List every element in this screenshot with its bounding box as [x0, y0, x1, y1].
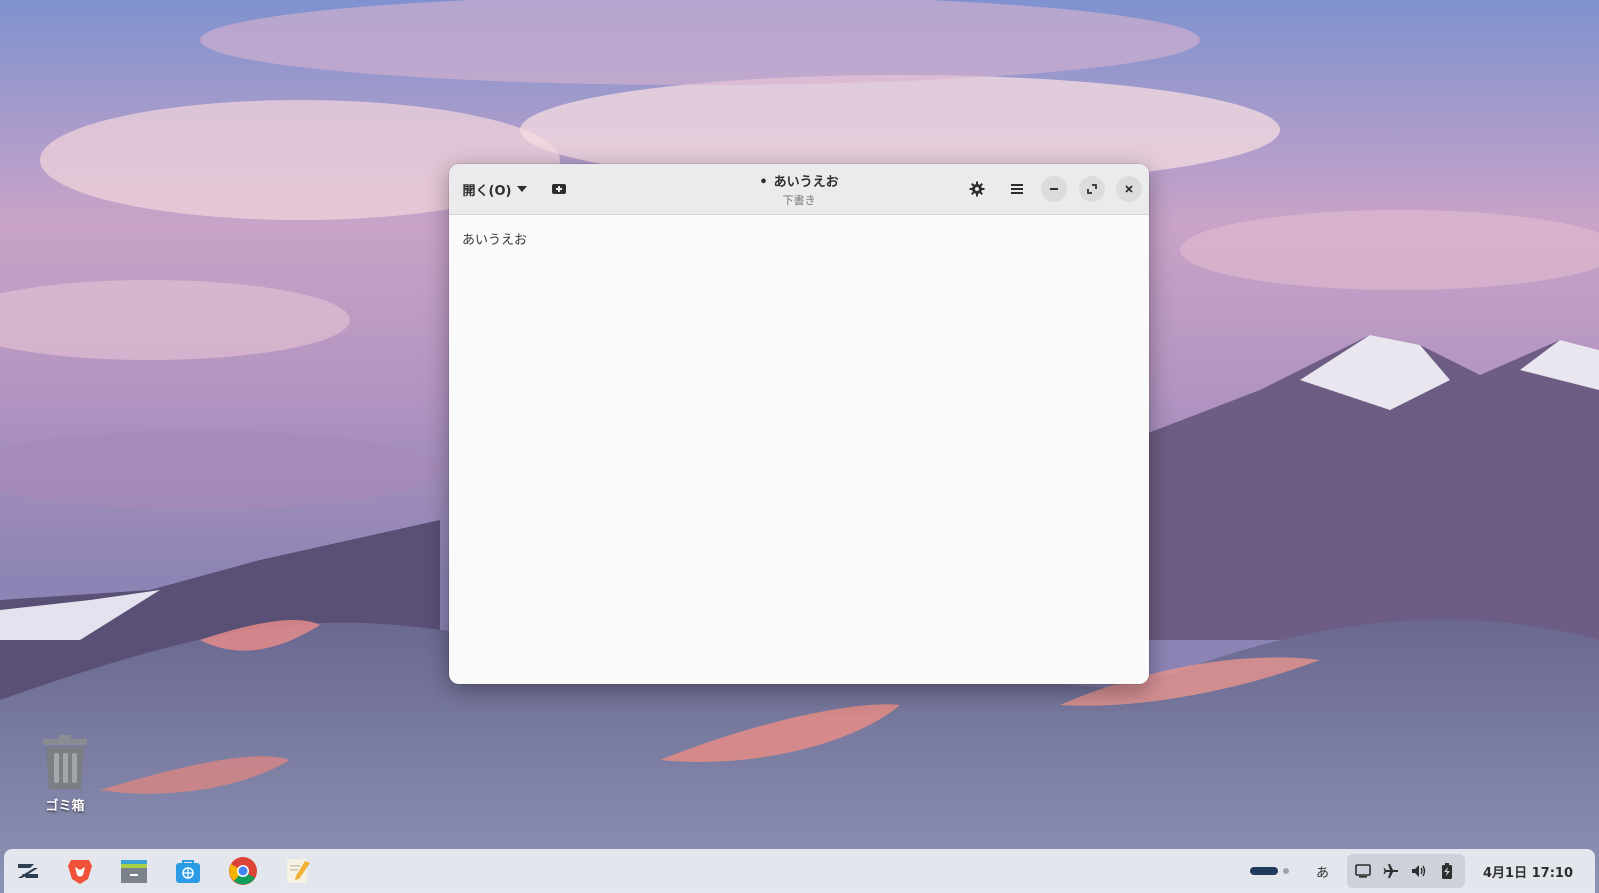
- new-document-button[interactable]: [541, 173, 577, 205]
- speaker-icon: [1412, 865, 1426, 877]
- trash-icon: [43, 735, 87, 789]
- notification-tray-icon[interactable]: [1353, 861, 1373, 881]
- title-area: • あいうえお 下書き: [649, 171, 949, 208]
- open-button-label: 開く(O): [462, 183, 512, 199]
- input-method-indicator[interactable]: あ: [1316, 862, 1329, 881]
- text-editor-window: 開く(O) • あいうえお 下書き あいうえお: [449, 164, 1149, 684]
- taskbar: あ 4月1日 17:10: [4, 849, 1595, 893]
- open-button[interactable]: 開く(O): [457, 173, 533, 205]
- brave-browser-button[interactable]: [64, 855, 96, 887]
- zorin-menu-icon: [18, 864, 38, 878]
- chrome-icon: [229, 857, 257, 885]
- text-editor-icon: [287, 859, 310, 883]
- clock[interactable]: 4月1日 17:10: [1483, 862, 1573, 881]
- trash-desktop-icon[interactable]: ゴミ箱: [30, 735, 100, 825]
- files-icon: [121, 860, 147, 883]
- window-title: • あいうえお: [649, 171, 949, 190]
- airplane-icon: [1383, 864, 1398, 878]
- trash-label: ゴミ箱: [45, 799, 85, 814]
- chrome-button[interactable]: [227, 855, 259, 887]
- airplane-mode-icon[interactable]: [1381, 861, 1401, 881]
- text-editor-button[interactable]: [282, 855, 314, 887]
- maximize-icon: [1087, 184, 1097, 194]
- minimize-icon: [1050, 188, 1058, 190]
- volume-icon[interactable]: [1409, 861, 1429, 881]
- system-tray[interactable]: [1347, 854, 1465, 888]
- battery-charging-icon: [1442, 863, 1452, 879]
- keyboard-layout-indicator-icon[interactable]: [1250, 864, 1294, 878]
- software-store-button[interactable]: [172, 855, 204, 887]
- gear-icon: [969, 181, 985, 197]
- main-menu-button[interactable]: [999, 173, 1035, 205]
- headerbar: 開く(O) • あいうえお 下書き: [449, 164, 1149, 215]
- hamburger-menu-icon: [1011, 184, 1023, 194]
- settings-button[interactable]: [959, 173, 995, 205]
- text-editor-area[interactable]: あいうえお: [449, 215, 1149, 262]
- close-button[interactable]: [1116, 176, 1142, 202]
- document-title: あいうえお: [773, 175, 839, 190]
- maximize-button[interactable]: [1079, 176, 1105, 202]
- document-subtitle: 下書き: [782, 194, 816, 207]
- files-button[interactable]: [118, 855, 150, 887]
- close-icon: [1125, 185, 1133, 193]
- brave-browser-icon: [68, 860, 92, 884]
- modified-indicator: •: [759, 175, 768, 190]
- zorin-menu-button[interactable]: [12, 855, 44, 887]
- dropdown-arrow-icon: [517, 186, 528, 192]
- software-store-icon: [176, 860, 200, 883]
- new-tab-icon: [552, 184, 566, 194]
- minimize-button[interactable]: [1041, 176, 1067, 202]
- screen-icon: [1355, 864, 1371, 878]
- desktop: ゴミ箱 開く(O) • あいうえお 下書き あいうえお あ 4月1日 17:10: [0, 0, 1599, 893]
- battery-icon[interactable]: [1437, 861, 1457, 881]
